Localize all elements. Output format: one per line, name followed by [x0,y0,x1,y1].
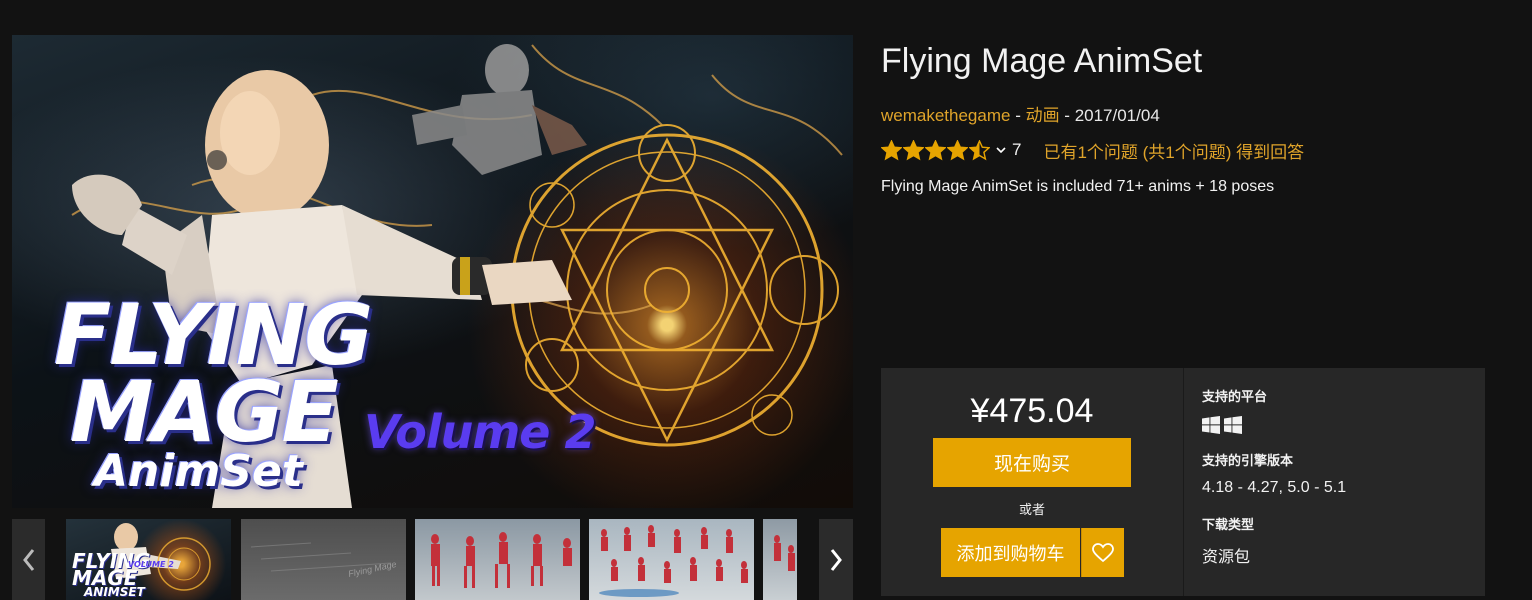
price: ¥475.04 [970,392,1094,430]
download-type: 资源包 [1202,549,1251,566]
meta-separator: - [1059,106,1075,125]
thumbnail-2-caption: Flying Mage [347,559,397,579]
rating-row: 7 已有1个问题 (共1个问题) 得到回答 [881,138,1304,162]
thumbnail-1[interactable]: FLYING MAGE ANIMSET VOLUME 2 [66,519,231,600]
platform-icons [1202,416,1242,434]
heart-icon [1092,542,1114,562]
hero-image[interactable]: FLYING MAGE AnimSet Volume 2 [12,35,853,508]
thumbnail-5-art [774,535,795,571]
buy-now-button[interactable]: 现在购买 [933,438,1131,487]
thumbnail-4-art [599,525,748,597]
thumbnail-4[interactable] [589,519,754,600]
thumbnail-2[interactable]: Flying Mage [241,519,406,600]
product-summary: Flying Mage AnimSet is included 71+ anim… [881,178,1275,195]
thumbnail-1-caption: FLYING MAGE ANIMSET VOLUME 2 [72,551,174,599]
category-link[interactable]: 动画 [1026,106,1060,125]
meta-separator: - [1010,106,1026,125]
download-type-heading: 下载类型 [1202,517,1255,532]
add-to-cart-button[interactable]: 添加到购物车 [941,528,1080,577]
thumbnail-5[interactable] [763,519,797,600]
thumbnail-2-art: Flying Mage [250,542,397,579]
questions-link[interactable]: 已有1个问题 (共1个问题) 得到回答 [1043,138,1304,163]
release-date: 2017/01/04 [1074,106,1160,125]
chevron-down-icon[interactable] [995,144,1007,156]
thumbnail-3-art [431,532,572,588]
rating-count: 7 [1012,140,1022,159]
thumbnail-3[interactable] [415,519,580,600]
thumbnail-1-caption-line3: ANIMSET [84,585,145,599]
thumbnail-1-caption-volume: VOLUME 2 [128,560,174,569]
star-full-icon [947,139,968,160]
thumbnail-next-button[interactable] [819,519,853,600]
chevron-left-icon [22,548,34,571]
windows-icon [1224,416,1242,434]
chevron-right-icon [830,548,842,571]
thumbnail-prev-button[interactable] [12,519,45,600]
windows-icon [1202,416,1220,434]
product-title: Flying Mage AnimSet [881,42,1203,80]
engine-heading: 支持的引擎版本 [1202,453,1294,468]
star-full-icon [881,139,902,160]
product-meta: wemakethegame - 动画 - 2017/01/04 [881,101,1160,126]
star-half-icon [969,139,990,160]
platforms-heading: 支持的平台 [1202,389,1268,404]
hero-volume-text: Volume 2 [364,405,597,459]
engine-versions: 4.18 - 4.27, 5.0 - 5.1 [1202,479,1347,496]
hero-title-line2: MAGE [70,363,339,462]
thumbnail-strip: FLYING MAGE ANIMSET VOLUME 2 Flying Mage [66,519,797,600]
seller-link[interactable]: wemakethegame [881,106,1010,125]
rating-stars[interactable] [881,139,990,161]
purchase-divider [1183,368,1184,596]
hero-title-art: FLYING MAGE AnimSet [42,293,373,493]
wishlist-button[interactable] [1081,528,1124,577]
purchase-panel: ¥475.04 现在购买 或者 添加到购物车 支持的平台 支持的引擎版本 4.1… [881,368,1485,596]
star-full-icon [903,139,924,160]
star-full-icon [925,139,946,160]
platforms-section: 支持的平台 [1202,386,1267,405]
background-figure-art [412,44,587,175]
or-label: 或者 [1018,502,1045,517]
